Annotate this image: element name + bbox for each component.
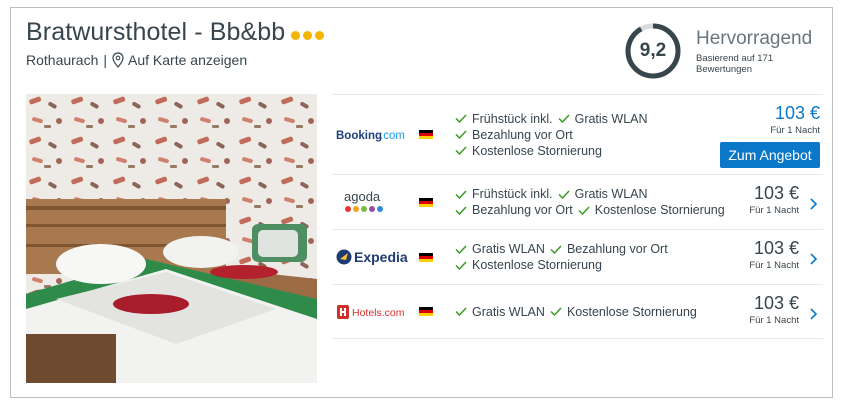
check-icon xyxy=(550,244,562,254)
hotels-com-logo: Hotels.com xyxy=(337,304,405,319)
feature-label: Gratis WLAN xyxy=(472,242,545,256)
price-block-agoda: 103 € Für 1 Nacht xyxy=(749,183,799,216)
check-icon xyxy=(455,130,467,139)
booking-logo: Booking .com xyxy=(336,130,405,142)
offer-row-hotels-com[interactable]: Hotels.com Gratis WLAN Kostenlose Storni… xyxy=(332,284,823,339)
offer-row-booking[interactable]: Booking .com Frühstück inkl. Gratis WLAN… xyxy=(332,94,823,174)
rating-block[interactable]: 9,2 Hervorragend Basierend auf 171 Bewer… xyxy=(624,22,812,80)
price[interactable]: 103 € xyxy=(749,238,799,259)
provider-booking: Booking .com xyxy=(332,95,417,174)
location-name: Rothaurach xyxy=(26,52,99,68)
agoda-logo: agoda xyxy=(344,189,383,212)
rating-score: 9,2 xyxy=(639,40,667,61)
svg-text:Hotels.com: Hotels.com xyxy=(352,307,405,319)
german-flag-icon xyxy=(419,130,433,139)
per-night-label: Für 1 Nacht xyxy=(749,315,799,326)
german-flag-icon xyxy=(419,252,433,262)
per-night-label: Für 1 Nacht xyxy=(749,205,799,216)
check-icon xyxy=(558,189,570,199)
hotel-photo[interactable] xyxy=(26,94,317,383)
price-block-expedia: 103 € Für 1 Nacht xyxy=(749,238,799,271)
expedia-logo: Expedia xyxy=(336,249,408,265)
hotel-card: Bratwursthotel - Bb&bb Rothaurach | Auf … xyxy=(10,7,833,398)
svg-text:.com: .com xyxy=(380,130,405,142)
chevron-right-icon[interactable] xyxy=(809,307,819,321)
star-icon xyxy=(303,30,313,40)
check-icon xyxy=(550,307,562,316)
feature-label: Kostenlose Stornierung xyxy=(594,203,725,217)
star-icon xyxy=(315,30,325,40)
location-row: Rothaurach | Auf Karte anzeigen xyxy=(26,52,247,68)
per-night-label: Für 1 Nacht xyxy=(770,125,820,136)
price-block-booking: 103 € Für 1 Nacht xyxy=(770,103,820,136)
price-block-hotels-com: 103 € Für 1 Nacht xyxy=(749,293,799,326)
feature-label: Frühstück inkl. xyxy=(472,111,553,126)
check-icon xyxy=(455,114,467,123)
map-pin-icon xyxy=(112,52,124,68)
feature-label: Frühstück inkl. xyxy=(472,187,553,201)
svg-text:Expedia: Expedia xyxy=(354,249,408,265)
chevron-right-icon[interactable] xyxy=(809,252,819,266)
rating-label: Hervorragend xyxy=(696,27,813,49)
offer-row-agoda[interactable]: agoda Frühstück inkl. Gratis WLAN Bezahl… xyxy=(332,174,823,229)
german-flag-icon xyxy=(419,307,433,316)
price[interactable]: 103 € xyxy=(770,103,820,124)
feature-label: Kostenlose Stornierung xyxy=(472,258,602,272)
check-icon xyxy=(455,244,467,254)
provider-agoda: agoda xyxy=(332,175,417,229)
price[interactable]: 103 € xyxy=(749,293,799,314)
chevron-right-icon[interactable] xyxy=(809,197,819,211)
per-night-label: Für 1 Nacht xyxy=(749,260,799,271)
price[interactable]: 103 € xyxy=(749,183,799,204)
star-rating xyxy=(291,30,325,40)
check-icon xyxy=(455,189,467,199)
view-deal-button[interactable]: Zum Angebot xyxy=(720,142,820,168)
hotel-name[interactable]: Bratwursthotel - Bb&bb xyxy=(26,18,285,47)
check-icon xyxy=(578,205,590,215)
svg-text:Booking: Booking xyxy=(336,130,382,142)
svg-text:agoda: agoda xyxy=(344,189,381,204)
provider-hotels-com: Hotels.com xyxy=(332,285,417,338)
feature-label: Gratis WLAN xyxy=(574,187,648,201)
feature-label: Bezahlung vor Ort xyxy=(566,242,668,256)
separator: | xyxy=(103,52,108,68)
check-icon xyxy=(455,307,467,316)
german-flag-icon xyxy=(419,197,433,207)
provider-expedia: Expedia xyxy=(332,230,417,284)
feature-label: Bezahlung vor Ort xyxy=(472,203,573,217)
show-on-map-link[interactable]: Auf Karte anzeigen xyxy=(112,52,247,68)
check-icon xyxy=(455,260,467,270)
rating-score-ring: 9,2 xyxy=(624,22,682,80)
feature-label: Kostenlose Stornierung xyxy=(566,304,697,319)
check-icon xyxy=(455,146,467,155)
feature-label: Gratis WLAN xyxy=(574,111,648,126)
offer-row-expedia[interactable]: Expedia Gratis WLAN Bezahlung vor Ort Ko… xyxy=(332,229,823,284)
map-link-label: Auf Karte anzeigen xyxy=(128,52,248,68)
check-icon xyxy=(558,114,570,123)
rating-review-count: Basierend auf 171 Bewertungen xyxy=(696,52,774,75)
check-icon xyxy=(455,205,467,215)
feature-label: Kostenlose Stornierung xyxy=(472,143,602,158)
offers-list: Booking .com Frühstück inkl. Gratis WLAN… xyxy=(332,94,823,339)
feature-label: Bezahlung vor Ort xyxy=(472,127,573,142)
title-row: Bratwursthotel - Bb&bb xyxy=(26,18,325,47)
star-icon xyxy=(291,30,301,40)
feature-label: Gratis WLAN xyxy=(472,304,545,319)
